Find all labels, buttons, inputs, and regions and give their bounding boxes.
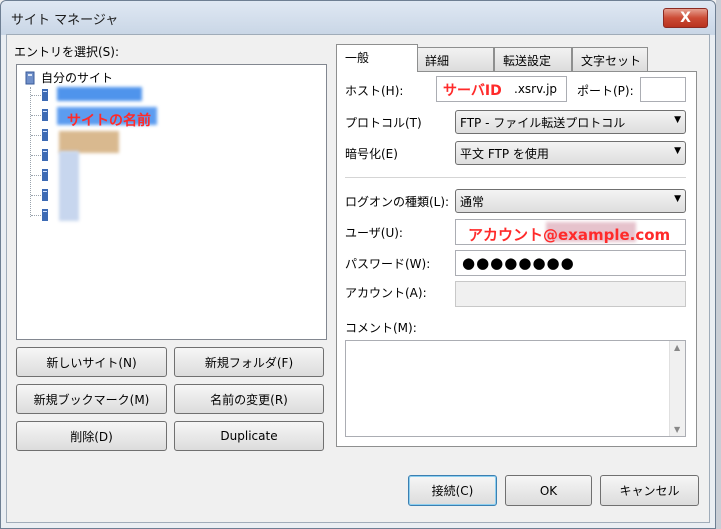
cancel-button[interactable]: キャンセル <box>600 475 699 506</box>
password-label: パスワード(W): <box>345 257 431 271</box>
tab-charset[interactable]: 文字セット <box>572 47 648 71</box>
protocol-select[interactable]: FTP - ファイル転送プロトコル ▼ <box>455 110 686 134</box>
password-input[interactable]: ●●●●●●●● <box>455 250 686 276</box>
tab-advanced[interactable]: 詳細 <box>416 47 494 71</box>
account-input <box>455 281 686 307</box>
entry-label: エントリを選択(S): <box>14 45 120 59</box>
tab-general[interactable]: 一般 <box>336 44 418 72</box>
comment-textarea[interactable]: ▲ ▼ <box>345 340 686 437</box>
new-site-button[interactable]: 新しいサイト(N) <box>16 347 167 377</box>
encryption-select[interactable]: 平文 FTP を使用 ▼ <box>455 141 686 165</box>
window-title: サイト マネージャ <box>11 13 119 28</box>
rename-button[interactable]: 名前の変更(R) <box>174 384 324 414</box>
folder-icon <box>25 71 35 85</box>
site-tree[interactable]: 自分のサイト サイトの名前 <box>16 64 327 340</box>
divider <box>345 177 686 178</box>
server-icon <box>42 89 48 101</box>
server-id-annotation: サーバID <box>443 83 502 99</box>
logon-type-value: 通常 <box>460 195 485 209</box>
host-input[interactable]: サーバID .xsrv.jp <box>436 76 567 102</box>
new-folder-button[interactable]: 新規フォルダ(F) <box>174 347 324 377</box>
blurred-site-name <box>59 151 79 221</box>
chevron-down-icon: ▼ <box>674 115 681 125</box>
chevron-down-icon: ▼ <box>674 146 681 156</box>
port-label: ポート(P): <box>577 84 634 98</box>
host-value: .xsrv.jp <box>514 82 558 96</box>
comment-label: コメント(M): <box>345 321 417 335</box>
scroll-down-icon[interactable]: ▼ <box>674 425 680 434</box>
duplicate-button[interactable]: Duplicate <box>174 421 324 451</box>
tree-root-label[interactable]: 自分のサイト <box>41 69 113 86</box>
comment-scrollbar[interactable]: ▲ ▼ <box>669 341 685 436</box>
scroll-up-icon[interactable]: ▲ <box>674 343 680 352</box>
server-icon <box>42 149 48 161</box>
user-label: ユーザ(U): <box>345 226 403 240</box>
user-input[interactable]: アカウント@example.com <box>455 219 686 245</box>
logon-type-label: ログオンの種類(L): <box>345 195 450 209</box>
encryption-label: 暗号化(E) <box>345 147 398 161</box>
server-icon <box>42 109 48 121</box>
connect-button[interactable]: 接続(C) <box>408 475 497 506</box>
encryption-value: 平文 FTP を使用 <box>460 147 549 161</box>
server-icon <box>42 209 48 221</box>
password-value: ●●●●●●●● <box>462 254 575 272</box>
title-bar[interactable]: サイト マネージャ X <box>1 1 715 35</box>
protocol-label: プロトコル(T) <box>345 116 422 130</box>
blurred-site-name <box>57 87 142 101</box>
site-name-annotation: サイトの名前 <box>67 113 151 129</box>
server-icon <box>42 189 48 201</box>
close-button[interactable]: X <box>663 8 708 28</box>
blurred-site-name <box>59 131 119 153</box>
logon-type-select[interactable]: 通常 ▼ <box>455 189 686 213</box>
new-bookmark-button[interactable]: 新規ブックマーク(M) <box>16 384 167 414</box>
tab-transfer-settings[interactable]: 転送設定 <box>494 47 572 71</box>
background-edge <box>716 0 721 529</box>
protocol-value: FTP - ファイル転送プロトコル <box>460 116 626 130</box>
user-annotation: アカウント@example.com <box>468 226 671 244</box>
delete-button[interactable]: 削除(D) <box>16 421 167 451</box>
server-icon <box>42 169 48 181</box>
account-label: アカウント(A): <box>345 286 427 300</box>
close-icon: X <box>680 10 691 26</box>
server-icon <box>42 129 48 141</box>
ok-button[interactable]: OK <box>505 475 592 506</box>
chevron-down-icon: ▼ <box>674 194 681 204</box>
port-input[interactable] <box>640 77 686 102</box>
host-label: ホスト(H): <box>345 84 404 98</box>
